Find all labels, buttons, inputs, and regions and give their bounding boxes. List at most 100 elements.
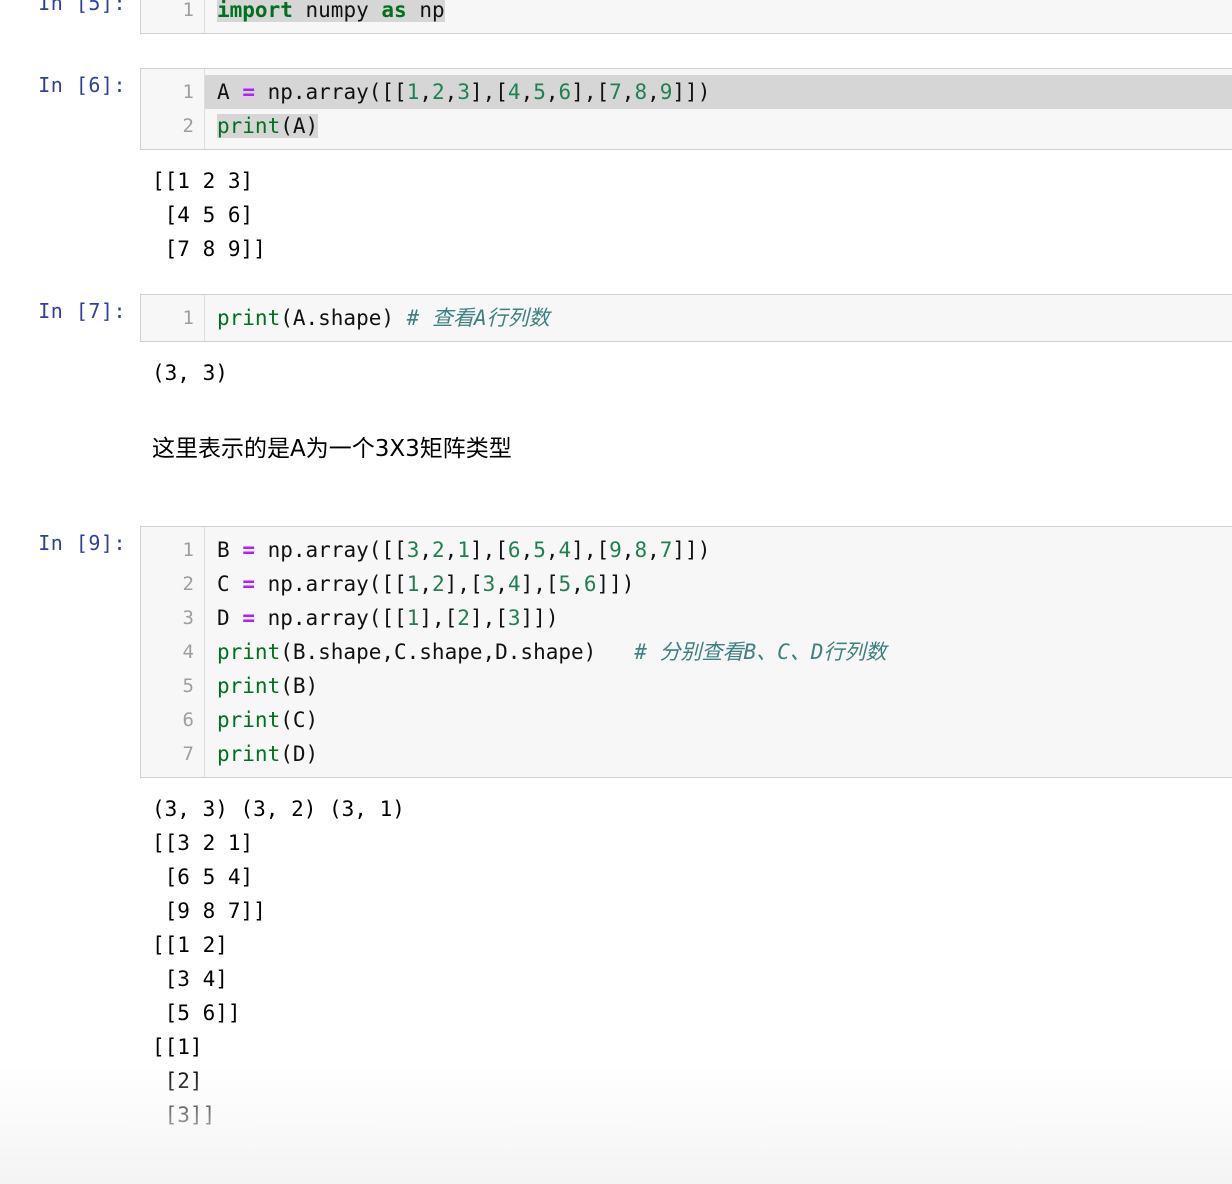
- cell-spacer: [0, 392, 1232, 432]
- code-token: ,: [621, 80, 635, 104]
- code-token: 6: [558, 80, 572, 104]
- line-number-gutter: 12: [141, 69, 205, 149]
- output-stream-text: (3, 3): [140, 352, 1232, 392]
- notebook-cell-container: In [5]: 1 import numpy as np In [6]: 1 2 A = n…: [0, 0, 1232, 1134]
- code-token: ],[: [469, 606, 508, 630]
- code-token: ],[: [469, 538, 508, 562]
- output-line: [[1 2]: [152, 933, 228, 957]
- code-token: np.array([[: [254, 80, 407, 104]
- code-editor[interactable]: 1 import numpy as np: [140, 0, 1232, 34]
- code-token: ]]): [672, 80, 711, 104]
- code-token: ,: [419, 80, 432, 104]
- code-token: # 分别查看B、C、D行列数: [634, 640, 887, 664]
- cell-spacer: [0, 500, 1232, 526]
- code-token: ,: [520, 538, 534, 562]
- code-cell[interactable]: In [7]: 1 print(A.shape) # 查看A行列数: [0, 294, 1232, 342]
- code-cell[interactable]: In [9]: 1 2 3 4 5 6 7 B = np.array([[3,2,1],[6,5…: [0, 526, 1232, 778]
- code-token: import: [217, 0, 293, 22]
- output-line: (3, 3): [152, 361, 228, 385]
- code-token: 4: [507, 80, 521, 104]
- code-token: ],[: [571, 80, 610, 104]
- code-line: D = np.array([[1],[2],[3]]): [217, 601, 1232, 635]
- code-token: ,: [621, 538, 635, 562]
- code-token: =: [242, 606, 255, 630]
- code-token: ,: [495, 572, 508, 596]
- code-token: A: [217, 80, 230, 104]
- line-number: 6: [182, 709, 194, 731]
- code-token: ],[: [469, 80, 508, 104]
- code-token: np.array([[: [254, 538, 407, 562]
- code-token: print: [217, 742, 281, 766]
- code-token: 9: [659, 80, 673, 104]
- code-token: 5: [558, 572, 572, 596]
- code-token: (D): [280, 742, 319, 766]
- code-token: (C): [280, 708, 319, 732]
- code-text[interactable]: print(A.shape) # 查看A行列数: [205, 295, 1232, 341]
- code-token: 6: [583, 572, 597, 596]
- code-token: 8: [634, 80, 648, 104]
- code-token: D: [217, 606, 230, 630]
- line-number: 4: [182, 641, 194, 663]
- code-token: ,: [647, 80, 660, 104]
- code-token: 7: [609, 80, 622, 104]
- code-token: print: [217, 640, 281, 664]
- code-line: print(A.shape) # 查看A行列数: [217, 301, 1232, 335]
- line-number: 2: [182, 573, 194, 595]
- code-token: =: [242, 572, 255, 596]
- code-text[interactable]: A = np.array([[1,2,3],[4,5,6],[7,8,9]]) p…: [205, 69, 1232, 149]
- code-token: 3: [457, 80, 470, 104]
- code-token: =: [242, 80, 255, 104]
- code-token: print: [217, 114, 281, 138]
- code-token: 3: [406, 538, 420, 562]
- line-number-gutter: 1: [141, 295, 205, 341]
- code-token: np.array([[: [254, 572, 407, 596]
- code-token: ],[: [571, 538, 610, 562]
- code-cell[interactable]: In [5]: 1 import numpy as np: [0, 0, 1232, 34]
- code-token: [406, 0, 420, 22]
- code-token: np.array([[: [254, 606, 407, 630]
- code-token: ,: [571, 572, 584, 596]
- first-cell-clip: In [5]: 1 import numpy as np: [0, 0, 1232, 34]
- code-token: print: [217, 674, 281, 698]
- code-token: print: [217, 708, 281, 732]
- code-token: 3: [482, 572, 496, 596]
- output-line: [6 5 4]: [152, 865, 254, 889]
- code-text[interactable]: B = np.array([[3,2,1],[6,5,4],[9,8,7]]) C…: [205, 527, 1232, 777]
- line-number: 1: [182, 81, 194, 103]
- code-token: 4: [558, 538, 572, 562]
- output-line: [3 4]: [152, 967, 228, 991]
- code-token: ,: [545, 538, 559, 562]
- code-editor[interactable]: 12A = np.array([[1,2,3],[4,5,6],[7,8,9]]…: [140, 68, 1232, 150]
- code-token: ,: [444, 538, 458, 562]
- code-editor[interactable]: 1 print(A.shape) # 查看A行列数: [140, 294, 1232, 342]
- output-line: [5 6]]: [152, 1001, 241, 1025]
- markdown-text: 这里表示的是A为一个3X3矩阵类型: [152, 436, 512, 462]
- line-number: 1: [182, 307, 194, 329]
- code-line: print(C): [217, 703, 1232, 737]
- markdown-cell[interactable]: 这里表示的是A为一个3X3矩阵类型: [0, 432, 1232, 466]
- code-token: np: [419, 0, 445, 22]
- code-editor[interactable]: 1234567B = np.array([[3,2,1],[6,5,4],[9,…: [140, 526, 1232, 778]
- cell-spacer: [0, 268, 1232, 294]
- code-token: 3: [507, 606, 521, 630]
- jupyter-notebook: In [5]: 1 import numpy as np In [6]: 1 2 A = n…: [0, 0, 1232, 1184]
- code-line: print(D): [217, 737, 1232, 771]
- code-text[interactable]: import numpy as np: [205, 0, 1232, 33]
- code-token: (B): [280, 674, 319, 698]
- cell-output: (3, 3) (3, 2) (3, 1) [[3 2 1] [6 5 4] [9 …: [0, 788, 1232, 1134]
- code-token: 1: [406, 606, 420, 630]
- output-line: [4 5 6]: [152, 203, 254, 227]
- line-number-gutter: 1: [141, 0, 205, 33]
- code-token: numpy: [305, 0, 369, 22]
- code-token: # 查看A行列数: [406, 306, 550, 330]
- code-cell[interactable]: In [6]: 1 2 A = np.array([[1,2,3],[4,5,6],[…: [0, 68, 1232, 150]
- code-line: print(B): [217, 669, 1232, 703]
- line-number: 2: [182, 115, 194, 137]
- cell-spacer: [0, 34, 1232, 68]
- code-token: print: [217, 306, 281, 330]
- cell-input-area: 12A = np.array([[1,2,3],[4,5,6],[7,8,9]]…: [140, 68, 1232, 150]
- code-token: ,: [419, 538, 432, 562]
- code-line: import numpy as np: [217, 0, 1232, 27]
